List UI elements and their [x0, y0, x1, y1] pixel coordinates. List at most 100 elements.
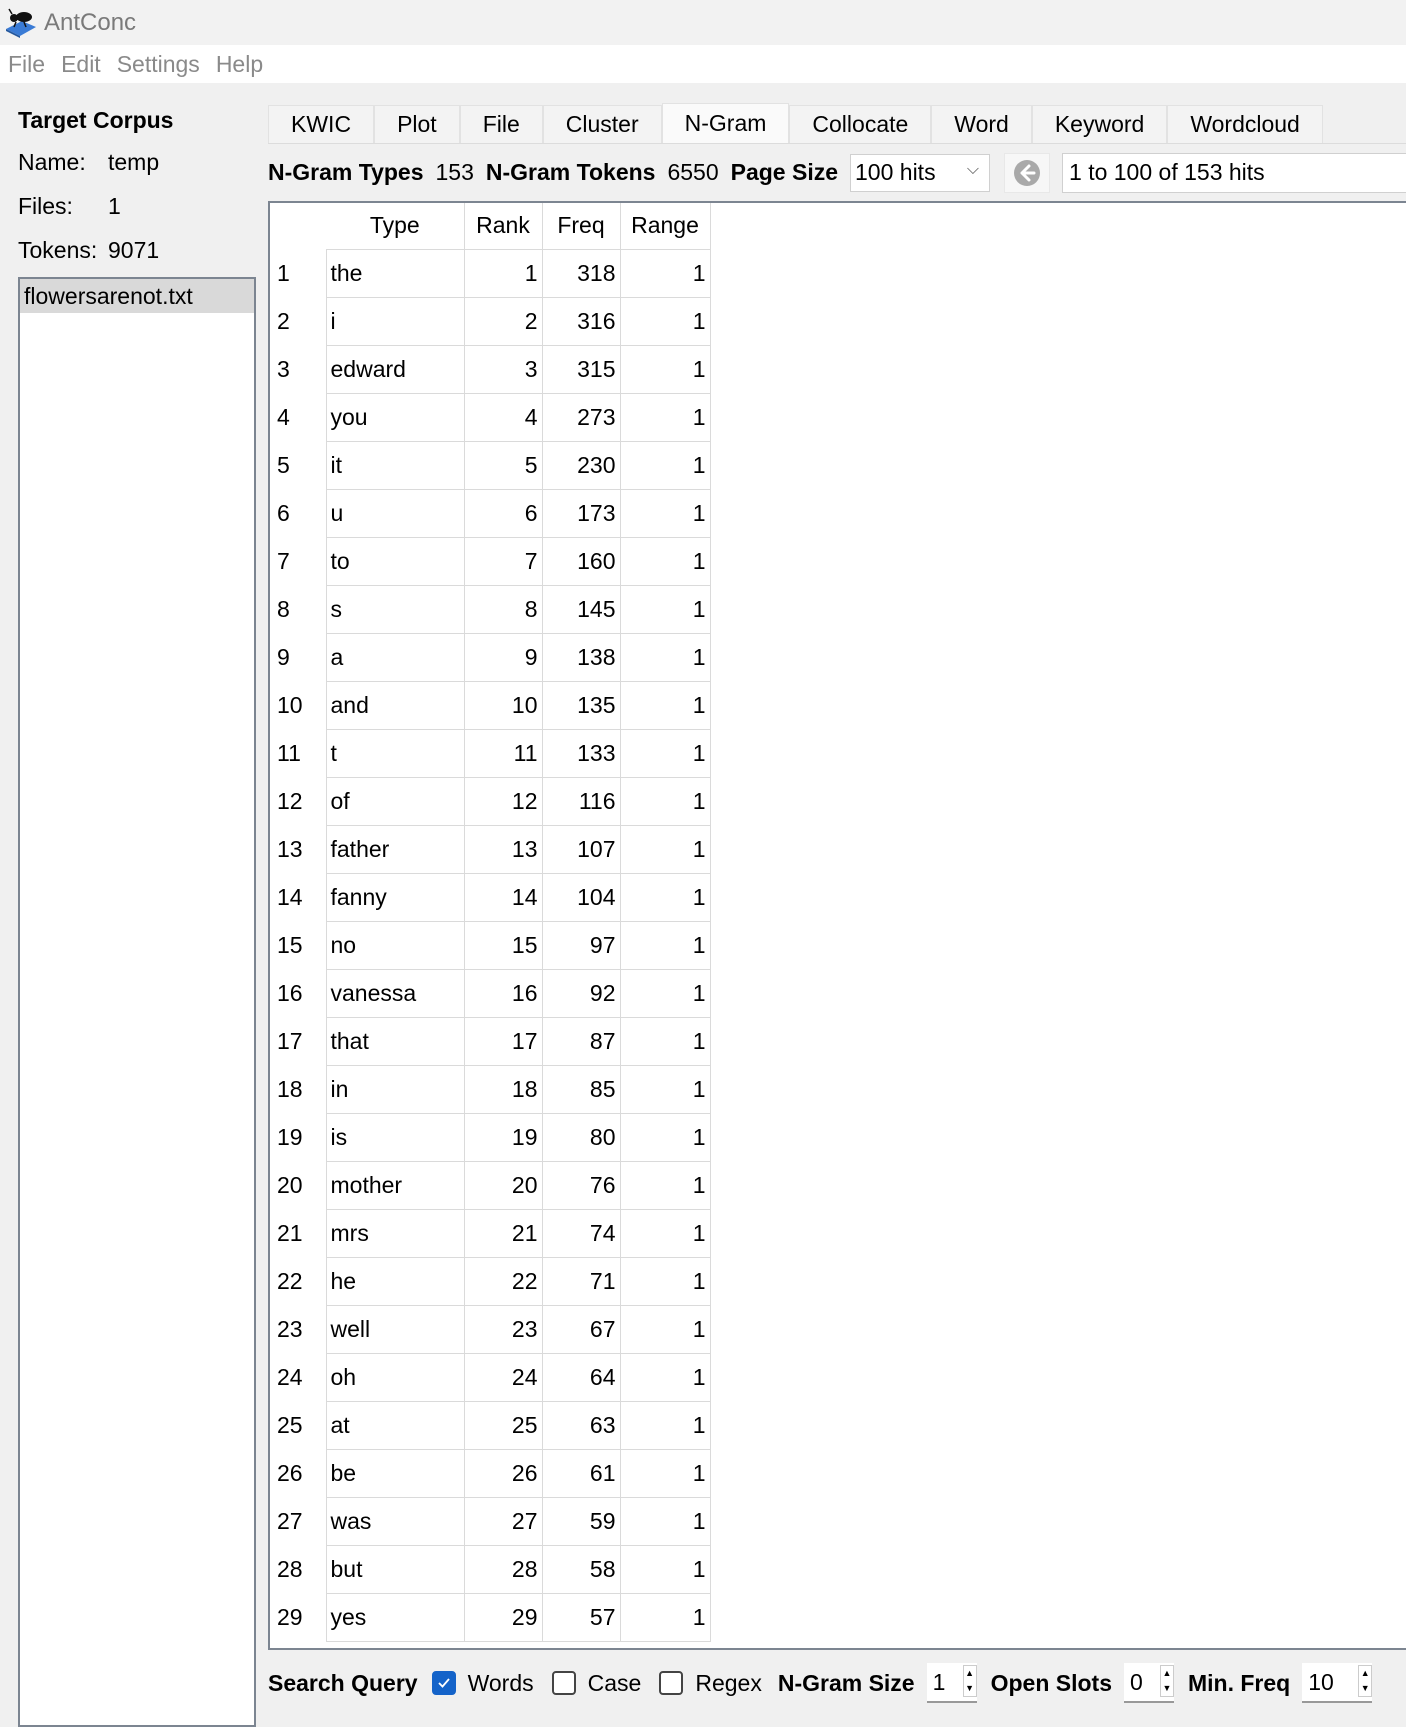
open-slots-value: 0: [1130, 1668, 1143, 1695]
page-size-value: 100 hits: [855, 159, 936, 185]
cell-type: in: [325, 1064, 465, 1114]
chevron-down-icon: ⌵: [966, 160, 980, 178]
spin-down-icon[interactable]: ▼: [965, 1684, 974, 1693]
words-checkbox[interactable]: [431, 1671, 456, 1695]
row-index: 21: [277, 1219, 303, 1246]
min-freq-spinner[interactable]: 10 ▲ ▼: [1302, 1663, 1373, 1703]
table-row[interactable]: 14 fanny 14 104 1: [270, 872, 711, 922]
table-row[interactable]: 21 mrs 21 74 1: [270, 1208, 711, 1258]
cell-freq: 57: [541, 1592, 621, 1642]
table-row[interactable]: 4 you 4 273 1: [270, 392, 711, 442]
tab-kwic[interactable]: KWIC: [268, 105, 375, 143]
cell-range: 1: [619, 1064, 711, 1114]
table-row[interactable]: 10 and 10 135 1: [270, 680, 711, 730]
spinner-arrows[interactable]: ▲ ▼: [1160, 1665, 1174, 1697]
stats-bar: N-Gram Types 153 N-Gram Tokens 6550 Page…: [268, 143, 1406, 201]
table-row[interactable]: 9 a 9 138 1: [270, 632, 711, 682]
tab-wordcloud[interactable]: Wordcloud: [1167, 105, 1323, 143]
table-row[interactable]: 5 it 5 230 1: [270, 440, 711, 490]
spinner-arrows[interactable]: ▲ ▼: [962, 1665, 977, 1697]
table-row[interactable]: 29 yes 29 57 1: [270, 1592, 711, 1642]
column-header-type[interactable]: Type: [326, 203, 465, 249]
open-slots-spinner[interactable]: 0 ▲ ▼: [1124, 1663, 1174, 1703]
spinner-arrows[interactable]: ▲ ▼: [1358, 1665, 1373, 1697]
table-row[interactable]: 15 no 15 97 1: [270, 920, 711, 970]
tab-keyword[interactable]: Keyword: [1031, 105, 1168, 143]
tab-file[interactable]: File: [459, 105, 543, 143]
regex-checkbox[interactable]: [659, 1671, 684, 1695]
cell-freq: 63: [541, 1400, 621, 1450]
cell-freq: 135: [541, 680, 621, 730]
cell-rank: 25: [463, 1400, 543, 1450]
column-header-freq[interactable]: Freq: [542, 203, 621, 249]
table-row[interactable]: 26 be 26 61 1: [270, 1448, 711, 1498]
spin-down-icon[interactable]: ▼: [1163, 1684, 1172, 1693]
table-row[interactable]: 16 vanessa 16 92 1: [270, 968, 711, 1018]
corpus-file-list[interactable]: flowersarenot.txt: [18, 277, 256, 1727]
table-row[interactable]: 1 the 1 318 1: [270, 248, 711, 298]
table-row[interactable]: 28 but 28 58 1: [270, 1544, 711, 1594]
cell-freq: 64: [541, 1352, 621, 1402]
ngram-size-spinner[interactable]: 1 ▲ ▼: [926, 1663, 977, 1703]
cell-freq: 71: [541, 1256, 621, 1306]
table-row[interactable]: 23 well 23 67 1: [270, 1304, 711, 1354]
table-row[interactable]: 20 mother 20 76 1: [270, 1160, 711, 1210]
cell-rank: 1: [463, 248, 543, 298]
table-row[interactable]: 17 that 17 87 1: [270, 1016, 711, 1066]
corpus-tokens-value: 9071: [108, 237, 160, 263]
table-row[interactable]: 19 is 19 80 1: [270, 1112, 711, 1162]
table-row[interactable]: 7 to 7 160 1: [270, 536, 711, 586]
row-index: 27: [277, 1507, 303, 1534]
row-index: 12: [277, 787, 303, 814]
cell-type: the: [325, 248, 465, 298]
cell-type: you: [325, 392, 465, 442]
row-index: 26: [277, 1459, 303, 1486]
table-row[interactable]: 22 he 22 71 1: [270, 1256, 711, 1306]
menu-settings[interactable]: Settings: [117, 51, 200, 78]
spin-up-icon[interactable]: ▲: [965, 1669, 974, 1678]
menu-file[interactable]: File: [8, 51, 45, 78]
table-row[interactable]: 27 was 27 59 1: [270, 1496, 711, 1546]
table-row[interactable]: 3 edward 3 315 1: [270, 344, 711, 394]
table-row[interactable]: 25 at 25 63 1: [270, 1400, 711, 1450]
table-row[interactable]: 18 in 18 85 1: [270, 1064, 711, 1114]
table-row[interactable]: 6 u 6 173 1: [270, 488, 711, 538]
table-row[interactable]: 2 i 2 316 1: [270, 296, 711, 346]
spin-up-icon[interactable]: ▲: [1361, 1669, 1370, 1678]
cell-range: 1: [619, 536, 711, 586]
menu-help[interactable]: Help: [216, 51, 263, 78]
cell-range: 1: [619, 872, 711, 922]
cell-rank: 2: [463, 296, 543, 346]
corpus-file-item[interactable]: flowersarenot.txt: [20, 279, 254, 313]
tab-word[interactable]: Word: [931, 105, 1032, 143]
case-checkbox[interactable]: [551, 1671, 576, 1695]
cell-freq: 61: [541, 1448, 621, 1498]
column-header-rank[interactable]: Rank: [464, 203, 543, 249]
table-row[interactable]: 13 father 13 107 1: [270, 824, 711, 874]
table-row[interactable]: 11 t 11 133 1: [270, 728, 711, 778]
cell-rank: 6: [463, 488, 543, 538]
cell-freq: 315: [541, 344, 621, 394]
row-index: 1: [277, 259, 290, 286]
cell-range: 1: [619, 1208, 711, 1258]
menu-edit[interactable]: Edit: [61, 51, 101, 78]
cell-rank: 19: [463, 1112, 543, 1162]
tool-tabs: KWIC Plot File Cluster N-Gram Collocate …: [268, 103, 1323, 143]
spin-down-icon[interactable]: ▼: [1361, 1684, 1370, 1693]
tab-cluster[interactable]: Cluster: [542, 105, 662, 143]
page-size-select[interactable]: 100 hits ⌵: [850, 153, 991, 192]
row-index: 20: [277, 1171, 303, 1198]
table-row[interactable]: 24 oh 24 64 1: [270, 1352, 711, 1402]
tab-plot[interactable]: Plot: [374, 105, 460, 143]
column-header-index: [270, 203, 326, 249]
table-row[interactable]: 12 of 12 116 1: [270, 776, 711, 826]
menu-bar: File Edit Settings Help: [0, 45, 1406, 83]
previous-page-button[interactable]: [1004, 152, 1051, 193]
tab-collocate[interactable]: Collocate: [789, 105, 932, 143]
tab-ngram[interactable]: N-Gram: [661, 103, 790, 143]
cell-range: 1: [619, 728, 711, 778]
column-header-range[interactable]: Range: [620, 203, 711, 249]
cell-freq: 58: [541, 1544, 621, 1594]
spin-up-icon[interactable]: ▲: [1163, 1669, 1172, 1678]
table-row[interactable]: 8 s 8 145 1: [270, 584, 711, 634]
